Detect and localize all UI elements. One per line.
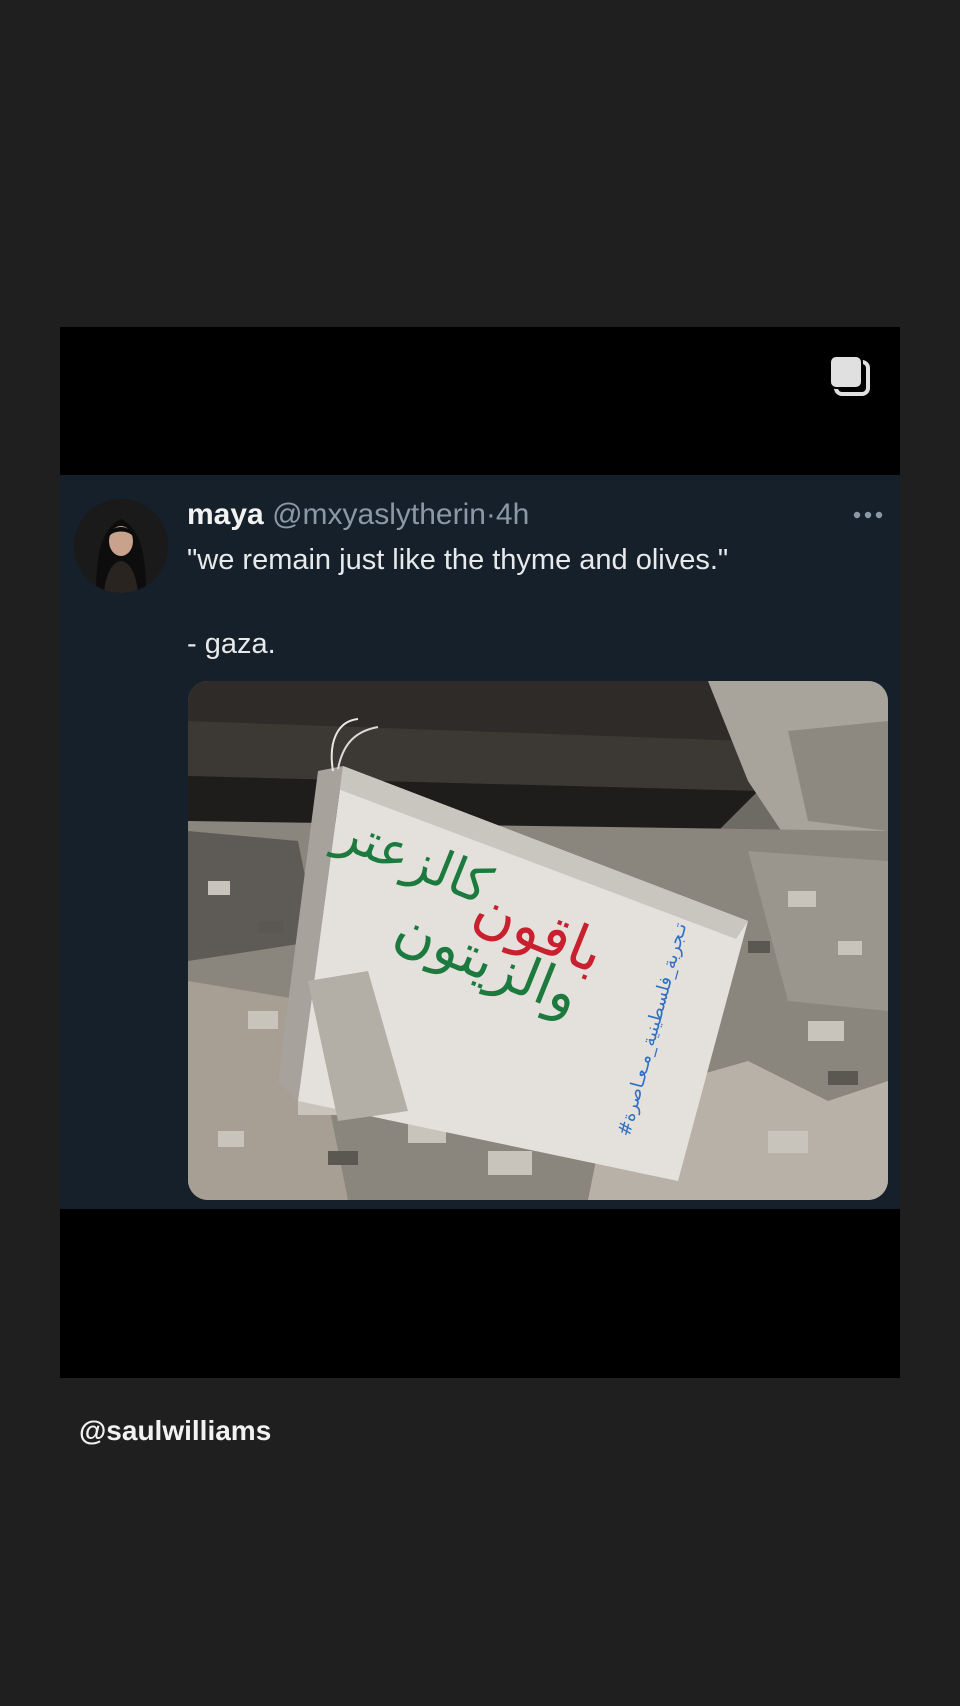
tweet-header: maya @mxyaslytherin·4h <box>187 495 787 535</box>
tweet-text-line: "we remain just like the thyme and olive… <box>187 544 729 576</box>
tweet-time[interactable]: 4h <box>496 498 529 531</box>
more-horizontal-icon[interactable] <box>852 507 884 519</box>
post-card: maya @mxyaslytherin·4h "we remain just l… <box>60 327 900 1378</box>
tweet-text: "we remain just like the thyme and olive… <box>187 539 877 665</box>
display-name[interactable]: maya <box>187 498 264 531</box>
multiple-pages-icon[interactable] <box>829 355 872 398</box>
tweet-text-line: - gaza. <box>187 628 276 660</box>
tweet-photo[interactable]: باقون كالزعتر والزيتون #تـجربة_فلسطينية_… <box>188 681 888 1200</box>
credit-handle[interactable]: @saulwilliams <box>79 1413 271 1449</box>
separator-dot: · <box>485 498 496 531</box>
embedded-tweet[interactable]: maya @mxyaslytherin·4h "we remain just l… <box>60 475 900 1209</box>
user-handle[interactable]: @mxyaslytherin <box>272 498 486 531</box>
avatar[interactable] <box>74 499 168 593</box>
